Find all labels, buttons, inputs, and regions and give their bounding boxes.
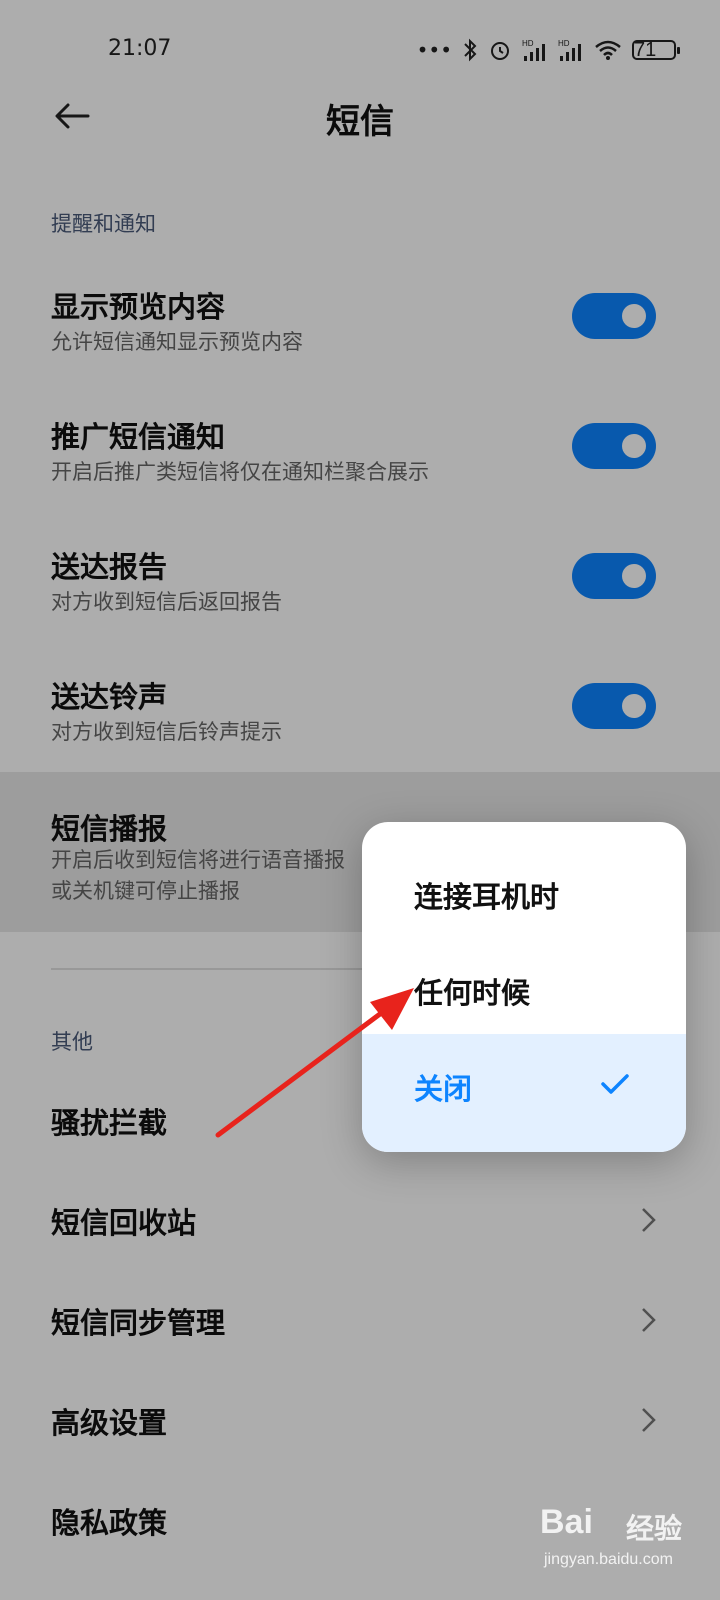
broadcast-options-popup: 连接耳机时 任何时候 关闭 xyxy=(362,822,686,1152)
watermark-cn: 经验 xyxy=(626,1512,683,1545)
baidu-jingyan-watermark: Bai 经验 jingyan.baidu.com xyxy=(540,1495,710,1585)
option-label: 关闭 xyxy=(414,1072,473,1106)
watermark-url: jingyan.baidu.com xyxy=(544,1551,673,1568)
option-label: 连接耳机时 xyxy=(414,880,560,914)
option-off[interactable]: 关闭 xyxy=(362,1034,686,1152)
check-icon xyxy=(601,1074,629,1094)
option-headphones-connected[interactable]: 连接耳机时 xyxy=(362,844,686,940)
watermark-brand: Bai xyxy=(540,1503,593,1541)
option-anytime[interactable]: 任何时候 xyxy=(362,940,686,1036)
dim-overlay[interactable] xyxy=(0,0,720,1600)
option-label: 任何时候 xyxy=(414,976,531,1010)
